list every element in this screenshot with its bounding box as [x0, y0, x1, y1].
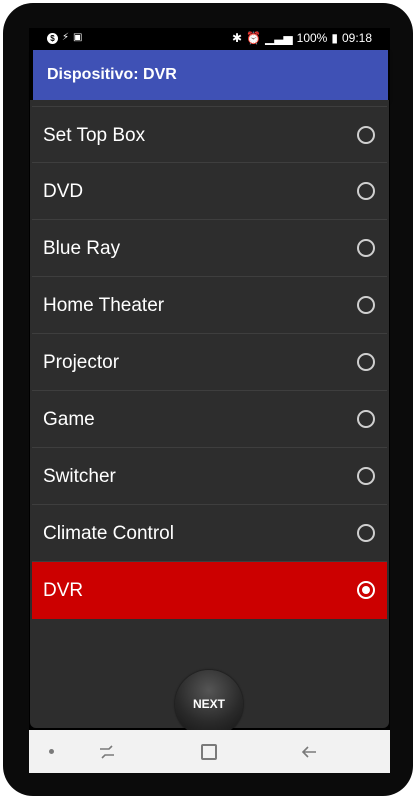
status-left-icons: $ ⚡ ▣ [47, 32, 82, 44]
list-item-set-top-box[interactable]: Set Top Box [32, 106, 387, 163]
list-item-label: Switcher [43, 466, 116, 487]
home-icon [201, 743, 217, 760]
list-item-label: Home Theater [43, 295, 165, 316]
list-item-label: Projector [43, 352, 120, 373]
list-item-label: DVR [43, 580, 84, 601]
s-circle-icon: $ [47, 32, 58, 44]
signal-icon: ▁▃▅ [264, 31, 293, 45]
status-bar: $ ⚡ ▣ ✱ ⏰ ▁▃▅ 100% ▮ 09:18 [29, 28, 390, 50]
battery-icon: ▮ [331, 31, 338, 45]
bluetooth-icon: ✱ [231, 31, 243, 45]
radio-button[interactable] [357, 353, 375, 371]
app-bar-title: Dispositivo: DVR [47, 66, 177, 83]
phone-frame: $ ⚡ ▣ ✱ ⏰ ▁▃▅ 100% ▮ 09:18 Dispositivo: … [0, 0, 418, 800]
device-list: Set Top Box DVD Blue Ray Home Theater Pr… [32, 106, 387, 619]
home-button[interactable] [179, 730, 239, 773]
status-right-icons: ✱ ⏰ ▁▃▅ 100% ▮ 09:18 [232, 31, 372, 45]
radio-button[interactable] [357, 524, 375, 542]
list-item-dvd[interactable]: DVD [32, 163, 387, 220]
back-icon [301, 745, 316, 758]
next-button[interactable]: NEXT [175, 670, 243, 738]
radio-button[interactable] [357, 296, 375, 314]
list-item-label: Set Top Box [43, 125, 146, 146]
content-area: Set Top Box DVD Blue Ray Home Theater Pr… [30, 100, 389, 738]
list-item-dvr[interactable]: DVR [32, 562, 387, 619]
status-time: 09:18 [341, 31, 372, 45]
screen: $ ⚡ ▣ ✱ ⏰ ▁▃▅ 100% ▮ 09:18 Dispositivo: … [29, 28, 390, 773]
list-item-blue-ray[interactable]: Blue Ray [32, 220, 387, 277]
list-item-label: Game [43, 409, 95, 430]
list-item-label: Blue Ray [43, 238, 121, 259]
list-item-projector[interactable]: Projector [32, 334, 387, 391]
radio-button[interactable] [357, 410, 375, 428]
radio-button-selected[interactable] [357, 581, 375, 599]
alarm-icon: ⏰ [246, 31, 261, 45]
list-item-home-theater[interactable]: Home Theater [32, 277, 387, 334]
app-bar: Dispositivo: DVR [33, 50, 388, 100]
dot-icon [48, 749, 54, 754]
radio-button[interactable] [357, 467, 375, 485]
back-button[interactable] [279, 730, 339, 773]
list-item-switcher[interactable]: Switcher [32, 448, 387, 505]
recent-apps-icon [100, 744, 114, 759]
radio-button[interactable] [357, 126, 375, 144]
list-item-climate-control[interactable]: Climate Control [32, 505, 387, 562]
flash-icon: ⚡ [62, 32, 70, 43]
recent-apps-button[interactable] [77, 730, 137, 773]
list-item-label: Climate Control [43, 523, 174, 544]
radio-button[interactable] [357, 182, 375, 200]
battery-percent: 100% [296, 31, 328, 45]
nav-dot-button[interactable] [21, 730, 81, 773]
radio-button[interactable] [357, 239, 375, 257]
gallery-icon: ▣ [73, 32, 83, 43]
list-item-game[interactable]: Game [32, 391, 387, 448]
navigation-bar [29, 730, 390, 773]
list-item-label: DVD [43, 181, 84, 202]
